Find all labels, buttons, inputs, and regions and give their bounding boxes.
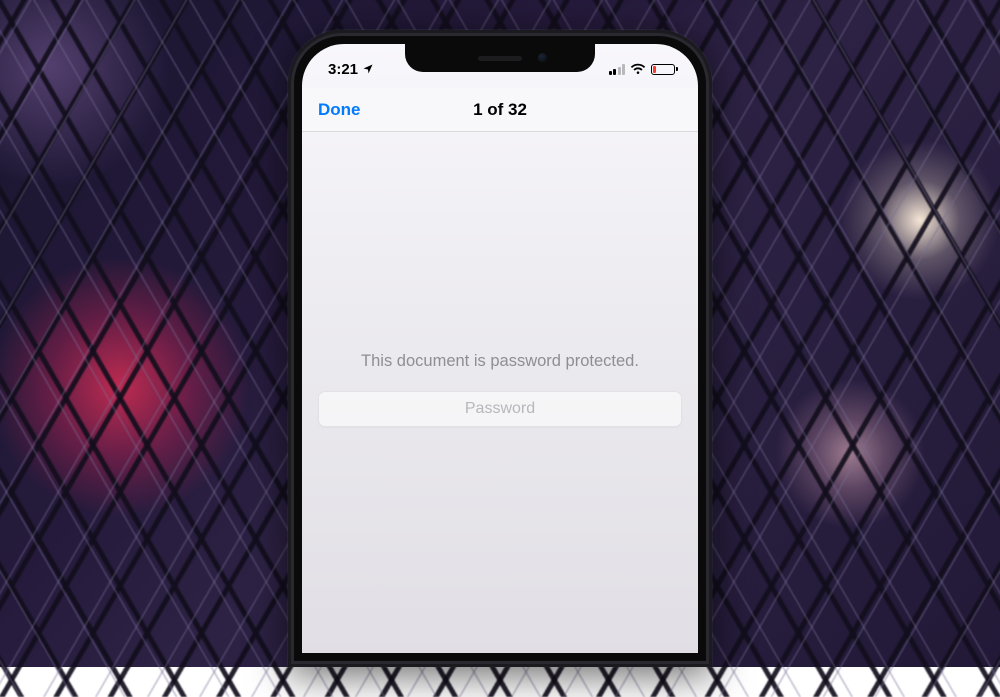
nav-bar: Done 1 of 32 (302, 88, 698, 132)
battery-body (651, 64, 675, 75)
cellular-signal-icon (609, 64, 626, 75)
phone-screen: 3:21 (302, 44, 698, 653)
location-arrow-icon (362, 63, 374, 75)
password-input[interactable] (318, 391, 682, 427)
phone-speaker (478, 56, 522, 61)
phone-notch (405, 44, 595, 72)
phone-front-camera (538, 53, 547, 62)
status-right (609, 57, 679, 75)
battery-low-icon (651, 64, 678, 75)
status-left: 3:21 (328, 55, 374, 78)
document-locked-content: This document is password protected. (302, 132, 698, 427)
done-button[interactable]: Done (318, 100, 361, 120)
wifi-icon (630, 63, 646, 75)
phone-frame: 3:21 (288, 30, 712, 667)
battery-tip (676, 67, 678, 71)
password-field-wrap (302, 391, 698, 427)
battery-fill (653, 66, 656, 73)
locked-message: This document is password protected. (302, 352, 698, 371)
page-title: 1 of 32 (302, 100, 698, 120)
status-time: 3:21 (328, 61, 358, 78)
